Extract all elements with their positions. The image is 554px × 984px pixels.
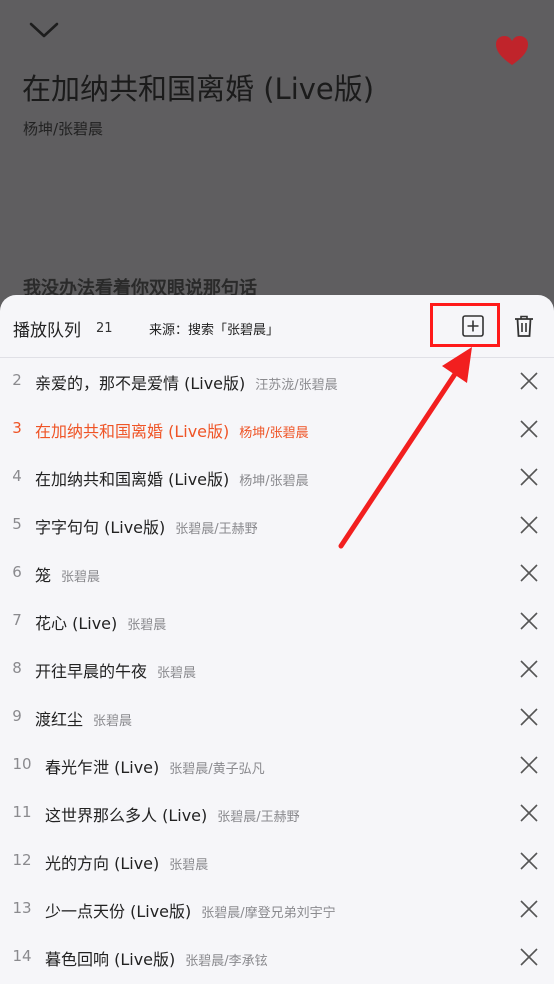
queue-item-artist: 张碧晨/李承铉	[185, 954, 268, 969]
close-icon[interactable]	[519, 659, 539, 679]
queue-item[interactable]: 9 渡红尘 张碧晨	[0, 694, 554, 742]
queue-item-text: 亲爱的，那不是爱情 (Live版) 汪苏泷/张碧晨	[35, 370, 338, 394]
close-icon[interactable]	[519, 899, 539, 919]
queue-item-artist: 张碧晨	[169, 858, 209, 873]
queue-item-text: 光的方向 (Live) 张碧晨	[45, 850, 208, 874]
close-icon[interactable]	[519, 467, 539, 487]
queue-item-name: 渡红尘	[35, 710, 84, 729]
queue-item[interactable]: 11 这世界那么多人 (Live) 张碧晨/王赫野	[0, 790, 554, 838]
queue-item[interactable]: 8 开往早晨的午夜 张碧晨	[0, 646, 554, 694]
chevron-down-icon[interactable]	[28, 18, 60, 44]
queue-item-artist: 张碧晨	[127, 618, 167, 633]
close-icon[interactable]	[519, 419, 539, 439]
queue-item-playing[interactable]: 3 在加纳共和国离婚 (Live版) 杨坤/张碧晨	[0, 406, 554, 454]
queue-item-index: 11	[12, 803, 32, 821]
queue-item-index: 14	[12, 947, 32, 965]
queue-item-name: 字字句句 (Live版)	[35, 518, 166, 537]
queue-item-artist: 杨坤/张碧晨	[239, 474, 309, 489]
queue-item-text: 开往早晨的午夜 张碧晨	[35, 658, 196, 682]
close-icon[interactable]	[519, 371, 539, 391]
queue-item-artist: 杨坤/张碧晨	[239, 426, 309, 441]
queue-item-text: 这世界那么多人 (Live) 张碧晨/王赫野	[45, 802, 300, 826]
close-icon[interactable]	[519, 563, 539, 583]
queue-item[interactable]: 12 光的方向 (Live) 张碧晨	[0, 838, 554, 886]
queue-item-name: 暮色回响 (Live版)	[45, 950, 176, 969]
queue-item[interactable]: 7 花心 (Live) 张碧晨	[0, 598, 554, 646]
queue-item-text: 在加纳共和国离婚 (Live版) 杨坤/张碧晨	[35, 418, 309, 442]
queue-item-index: 2	[12, 371, 22, 389]
queue-item-artist: 张碧晨	[61, 570, 101, 585]
trash-icon[interactable]	[513, 314, 535, 338]
queue-item-artist: 张碧晨	[93, 714, 133, 729]
queue-item-text: 花心 (Live) 张碧晨	[35, 610, 166, 634]
heart-icon[interactable]	[494, 34, 530, 68]
queue-item-name: 在加纳共和国离婚 (Live版)	[35, 422, 230, 441]
queue-item-index: 12	[12, 851, 32, 869]
queue-item[interactable]: 4 在加纳共和国离婚 (Live版) 杨坤/张碧晨	[0, 454, 554, 502]
song-artist[interactable]: 杨坤/张碧晨	[23, 118, 103, 139]
queue-item-text: 字字句句 (Live版) 张碧晨/王赫野	[35, 514, 258, 538]
queue-item-text: 暮色回响 (Live版) 张碧晨/李承铉	[45, 946, 268, 970]
queue-item-index: 13	[12, 899, 32, 917]
queue-item-artist: 张碧晨/黄子弘凡	[169, 762, 265, 777]
queue-item-text: 在加纳共和国离婚 (Live版) 杨坤/张碧晨	[35, 466, 309, 490]
queue-item-name: 在加纳共和国离婚 (Live版)	[35, 470, 230, 489]
queue-item-index: 10	[12, 755, 32, 773]
queue-item-name: 少一点天份 (Live版)	[45, 902, 192, 921]
close-icon[interactable]	[519, 947, 539, 967]
queue-item-text: 春光乍泄 (Live) 张碧晨/黄子弘凡	[45, 754, 265, 778]
play-queue-sheet: 播放队列 21 来源：搜索「张碧晨」 2 亲爱的，那不是爱情 (Live版) 汪苏泷…	[0, 295, 554, 984]
queue-header: 播放队列 21 来源：搜索「张碧晨」	[0, 295, 554, 358]
queue-item-index: 4	[12, 467, 22, 485]
queue-item-index: 5	[12, 515, 22, 533]
add-square-icon[interactable]	[461, 314, 485, 338]
close-icon[interactable]	[519, 755, 539, 775]
queue-item-artist: 汪苏泷/张碧晨	[255, 378, 338, 393]
queue-item-index: 8	[12, 659, 22, 677]
queue-item[interactable]: 2 亲爱的，那不是爱情 (Live版) 汪苏泷/张碧晨	[0, 358, 554, 406]
close-icon[interactable]	[519, 611, 539, 631]
queue-item-name: 这世界那么多人 (Live)	[45, 806, 208, 825]
queue-item-text: 渡红尘 张碧晨	[35, 706, 132, 730]
queue-item-name: 花心 (Live)	[35, 614, 118, 633]
queue-item-artist: 张碧晨/摩登兄弟刘宇宁	[201, 906, 336, 921]
queue-item-text: 少一点天份 (Live版) 张碧晨/摩登兄弟刘宇宁	[45, 898, 336, 922]
queue-item[interactable]: 13 少一点天份 (Live版) 张碧晨/摩登兄弟刘宇宁	[0, 886, 554, 934]
queue-item-index: 9	[12, 707, 22, 725]
queue-item-name: 笼	[35, 566, 52, 585]
queue-item-artist: 张碧晨/王赫野	[175, 522, 258, 537]
queue-item[interactable]: 10 春光乍泄 (Live) 张碧晨/黄子弘凡	[0, 742, 554, 790]
queue-item-artist: 张碧晨	[157, 666, 197, 681]
queue-item-name: 春光乍泄 (Live)	[45, 758, 160, 777]
song-title: 在加纳共和国离婚 (Live版)	[22, 72, 375, 106]
queue-item-text: 笼张碧晨	[35, 562, 100, 586]
queue-title: 播放队列	[13, 321, 81, 341]
queue-count: 21	[96, 321, 113, 336]
queue-item[interactable]: 5 字字句句 (Live版) 张碧晨/王赫野	[0, 502, 554, 550]
queue-item-name: 光的方向 (Live)	[45, 854, 160, 873]
close-icon[interactable]	[519, 707, 539, 727]
close-icon[interactable]	[519, 851, 539, 871]
close-icon[interactable]	[519, 803, 539, 823]
queue-item-name: 亲爱的，那不是爱情 (Live版)	[35, 374, 246, 393]
queue-item-artist: 张碧晨/王赫野	[217, 810, 300, 825]
queue-item-name: 开往早晨的午夜	[35, 662, 148, 681]
queue-item-index: 7	[12, 611, 22, 629]
queue-item[interactable]: 14 暮色回响 (Live版) 张碧晨/李承铉	[0, 934, 554, 982]
close-icon[interactable]	[519, 515, 539, 535]
queue-item-index: 6	[12, 563, 22, 581]
queue-source: 来源：搜索「张碧晨」	[149, 323, 280, 338]
queue-item[interactable]: 6 笼张碧晨	[0, 550, 554, 598]
queue-item-index: 3	[12, 419, 22, 437]
